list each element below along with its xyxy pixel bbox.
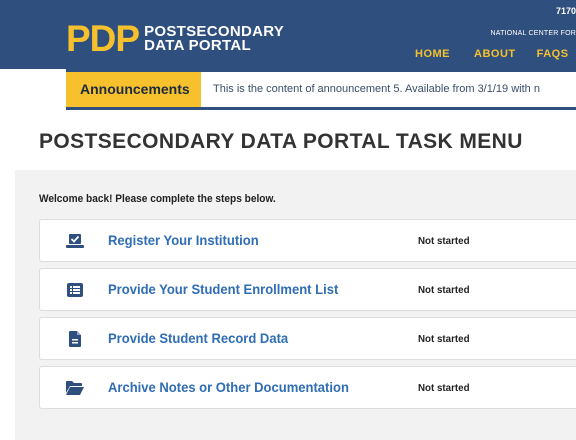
list-icon xyxy=(65,280,85,300)
task-row-enrollment-list[interactable]: Provide Your Student Enrollment List Not… xyxy=(39,268,576,311)
site-header: PDP POSTSECONDARY DATA PORTAL 7170 NATIO… xyxy=(0,0,576,69)
logo-mark: PDP xyxy=(66,18,140,59)
task-panel: Welcome back! Please complete the steps … xyxy=(15,170,576,440)
task-status: Not started xyxy=(418,284,470,296)
folder-open-icon xyxy=(65,378,85,398)
task-status: Not started xyxy=(418,333,470,345)
header-organization: NATIONAL CENTER FOR xyxy=(490,30,576,37)
page-title: POSTSECONDARY DATA PORTAL TASK MENU xyxy=(39,130,523,153)
header-number: 7170 xyxy=(555,6,576,16)
logo-line-2: DATA PORTAL xyxy=(144,36,251,54)
announcement-bar: Announcements This is the content of ann… xyxy=(66,69,576,110)
nav-faqs[interactable]: FAQS xyxy=(537,48,569,60)
task-status: Not started xyxy=(418,235,470,247)
pdp-logo[interactable]: PDP POSTSECONDARY DATA PORTAL xyxy=(66,20,284,57)
logo-text: POSTSECONDARY DATA PORTAL xyxy=(144,24,284,54)
document-icon xyxy=(65,329,85,349)
main-nav: HOME ABOUT FAQS xyxy=(415,48,576,60)
nav-about[interactable]: ABOUT xyxy=(474,48,516,60)
task-label[interactable]: Provide Your Student Enrollment List xyxy=(108,281,338,297)
welcome-message: Welcome back! Please complete the steps … xyxy=(39,193,276,205)
task-label[interactable]: Provide Student Record Data xyxy=(108,330,288,346)
task-row-register[interactable]: Register Your Institution Not started xyxy=(39,219,576,262)
task-label[interactable]: Archive Notes or Other Documentation xyxy=(108,379,349,395)
announcement-label: Announcements xyxy=(66,72,201,107)
task-label[interactable]: Register Your Institution xyxy=(108,232,259,248)
task-row-record-data[interactable]: Provide Student Record Data Not started xyxy=(39,317,576,360)
register-checkbox-icon xyxy=(65,231,85,251)
nav-home[interactable]: HOME xyxy=(415,48,450,60)
task-row-archive-notes[interactable]: Archive Notes or Other Documentation Not… xyxy=(39,366,576,409)
announcement-text: This is the content of announcement 5. A… xyxy=(213,83,540,95)
task-status: Not started xyxy=(418,382,470,394)
